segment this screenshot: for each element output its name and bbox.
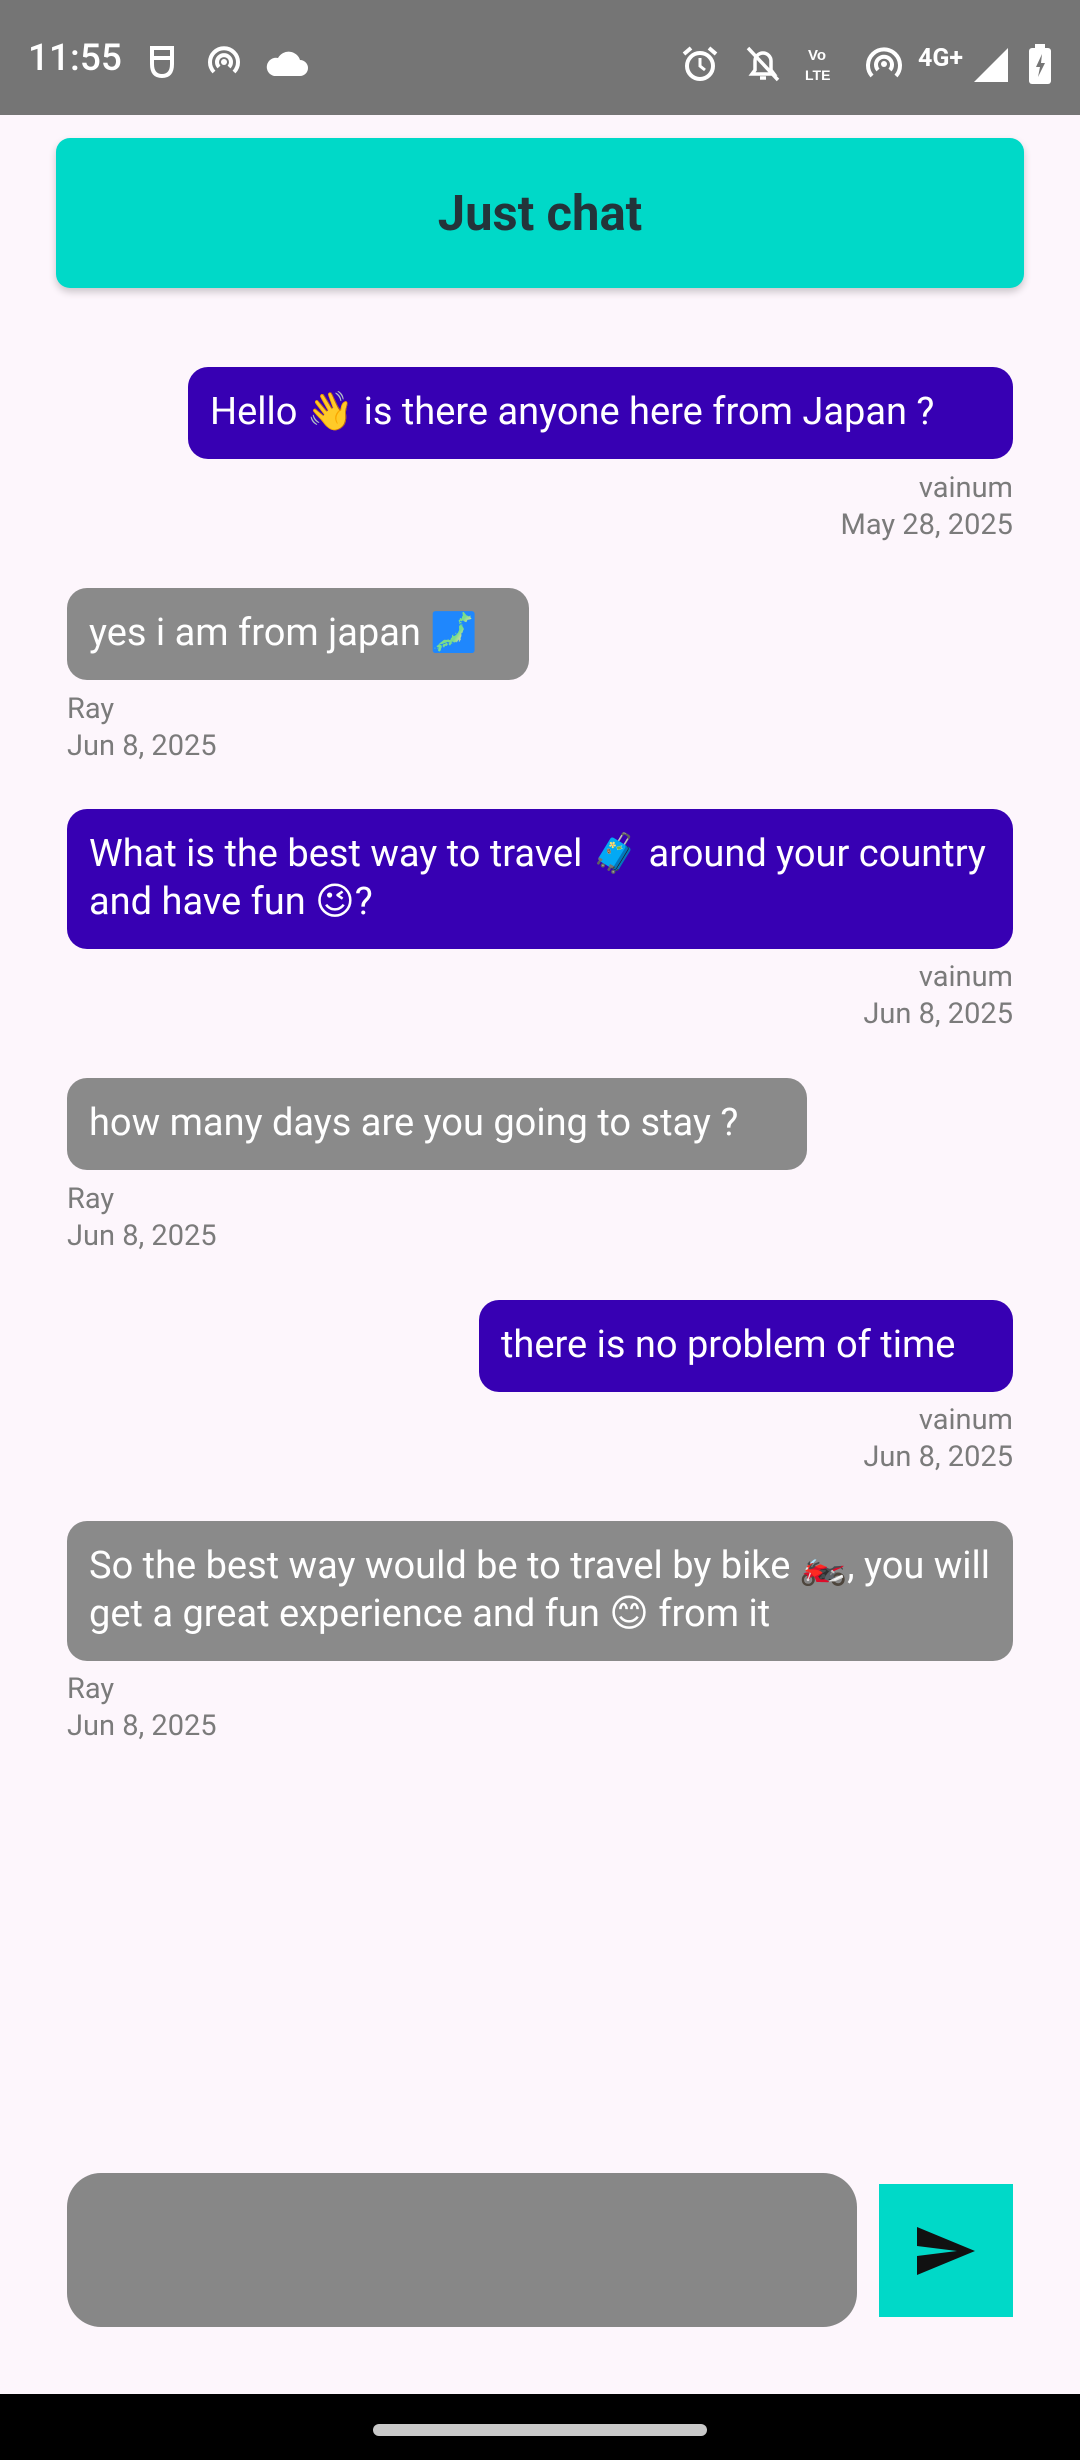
message-bubble[interactable]: yes i am from japan 🗾 xyxy=(67,588,529,680)
signal-icon xyxy=(974,48,1008,82)
message-input[interactable] xyxy=(67,2173,857,2327)
message-bubble[interactable]: there is no problem of time xyxy=(479,1300,1013,1392)
message-meta: vainum May 28, 2025 xyxy=(600,470,1014,544)
send-icon xyxy=(917,2226,975,2275)
status-bar: 11:55 Vo LTE 4G+ xyxy=(0,0,1080,115)
send-button[interactable] xyxy=(879,2184,1013,2317)
message-date: Jun 8, 2025 xyxy=(67,1219,217,1253)
wifi-calling-icon xyxy=(866,47,902,78)
silent-icon xyxy=(746,46,780,82)
message-sender: Ray xyxy=(67,692,115,726)
message-bubble[interactable]: So the best way would be to travel by bi… xyxy=(67,1521,1013,1661)
message-sender: vainum xyxy=(918,471,1013,505)
message-sender: Ray xyxy=(67,1672,115,1706)
message-meta: Ray Jun 8, 2025 xyxy=(67,1181,467,1255)
message-meta: vainum Jun 8, 2025 xyxy=(600,959,1013,1033)
message-meta: vainum Jun 8, 2025 xyxy=(600,1402,1013,1476)
message-date: Jun 8, 2025 xyxy=(67,729,217,763)
alarm-icon xyxy=(682,46,718,81)
battery-icon xyxy=(1029,44,1051,84)
face-mask-icon xyxy=(150,46,174,79)
app-header: Just chat xyxy=(56,138,1024,288)
message-bubble[interactable]: Hello 👋 is there anyone here from Japan … xyxy=(188,367,1013,459)
status-time: 11:55 xyxy=(28,37,122,80)
network-type: 4G+ xyxy=(918,44,964,73)
message-sender: vainum xyxy=(918,1403,1013,1437)
svg-text:Vo: Vo xyxy=(808,47,826,64)
message-sender: Ray xyxy=(67,1182,115,1216)
message-sender: vainum xyxy=(918,960,1013,994)
svg-text:LTE: LTE xyxy=(805,67,830,83)
volte-icon: Vo LTE xyxy=(805,47,830,83)
cloud-icon xyxy=(266,51,308,76)
message-meta: Ray Jun 8, 2025 xyxy=(67,1671,467,1745)
message-date: Jun 8, 2025 xyxy=(863,1440,1013,1474)
app-title: Just chat xyxy=(437,184,643,242)
navigation-bar xyxy=(0,2394,1080,2460)
message-bubble[interactable]: What is the best way to travel 🧳 around … xyxy=(67,809,1013,949)
hotspot-icon xyxy=(208,46,240,74)
message-meta: Ray Jun 8, 2025 xyxy=(67,691,467,765)
home-gesture-handle[interactable] xyxy=(373,2424,707,2436)
message-bubble[interactable]: how many days are you going to stay ? xyxy=(67,1078,807,1170)
message-date: Jun 8, 2025 xyxy=(67,1709,217,1743)
message-date: Jun 8, 2025 xyxy=(863,997,1013,1031)
message-date: May 28, 2025 xyxy=(840,508,1014,542)
